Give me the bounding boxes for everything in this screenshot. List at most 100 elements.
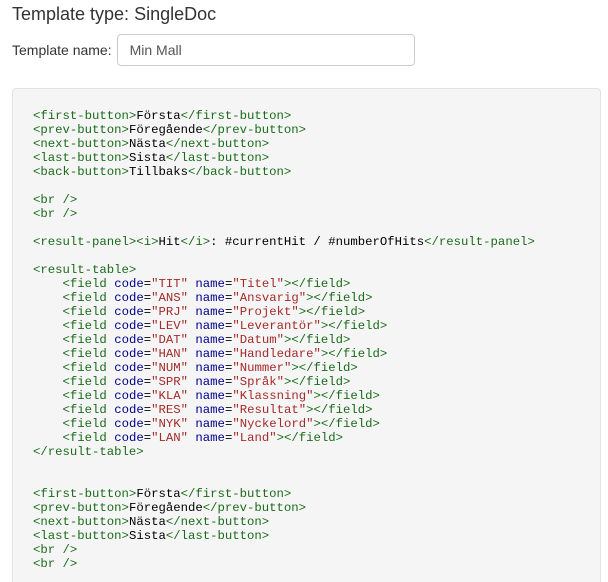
code-token: "Resultat" xyxy=(232,403,307,417)
code-token: ></field> xyxy=(291,361,358,375)
code-token: Sista xyxy=(128,151,166,165)
code-line: <first-button>Första</first-button> xyxy=(33,487,535,501)
code-line: <next-button>Nästa</next-button> xyxy=(33,137,535,151)
code-token: <br /> xyxy=(33,557,78,571)
code-token: <field xyxy=(62,277,115,291)
code-token: name xyxy=(195,389,225,403)
code-token: <field xyxy=(62,375,115,389)
code-token: Tillbaks xyxy=(128,165,188,179)
code-token: "Land" xyxy=(232,431,277,445)
code-token: "Nyckelord" xyxy=(232,417,314,431)
code-token: <field xyxy=(62,291,115,305)
code-line: <next-button>Nästa</next-button> xyxy=(33,515,535,529)
code-token: = xyxy=(143,319,152,333)
code-token: Föregående xyxy=(128,123,203,137)
code-line: <field code="DAT" name="Datum"></field> xyxy=(33,333,535,347)
code-token: ></field> xyxy=(283,333,351,347)
code-token: "Ansvarig" xyxy=(232,291,307,305)
code-line: <field code="NYK" name="Nyckelord"></fie… xyxy=(33,417,535,431)
code-line: <result-panel><i>Hit</i>: #currentHit / … xyxy=(33,235,535,249)
code-token: "PRJ" xyxy=(151,305,189,319)
code-token: Nästa xyxy=(128,515,166,529)
code-token: code xyxy=(114,431,144,445)
code-token: "Klassning" xyxy=(232,389,314,403)
code-token: </last-button> xyxy=(165,151,270,165)
code-token: "Projekt" xyxy=(232,305,299,319)
code-token: <br /> xyxy=(33,543,78,557)
code-token: <br /> xyxy=(33,207,78,221)
template-name-label: Template name: xyxy=(12,42,112,58)
code-line: <first-button>Första</first-button> xyxy=(33,109,535,123)
code-token: "DAT" xyxy=(151,333,189,347)
code-token: ></field> xyxy=(320,319,388,333)
code-token: = xyxy=(143,291,152,305)
code-token: </back-button> xyxy=(187,165,292,179)
code-token: </next-button> xyxy=(165,137,270,151)
template-name-input[interactable] xyxy=(116,34,415,66)
code-token: Första xyxy=(136,109,181,123)
code-token: name xyxy=(195,347,225,361)
code-token: "Handledare" xyxy=(232,347,321,361)
code-token: ></field> xyxy=(320,347,388,361)
code-token: name xyxy=(195,431,225,445)
code-token: <field xyxy=(62,319,115,333)
code-token: "KLA" xyxy=(151,389,189,403)
code-token: name xyxy=(195,291,225,305)
code-token: <field xyxy=(62,417,115,431)
code-line: <field code="NUM" name="Nummer"></field> xyxy=(33,361,535,375)
code-line: <field code="ANS" name="Ansvarig"></fiel… xyxy=(33,291,535,305)
code-token: code xyxy=(114,375,144,389)
code-token: code xyxy=(114,417,144,431)
code-token: Nästa xyxy=(128,137,166,151)
template-code[interactable]: <first-button>Första</first-button> <prev… xyxy=(33,109,535,571)
code-token: "NUM" xyxy=(151,361,189,375)
code-token: </i> xyxy=(180,235,211,249)
code-token: "TIT" xyxy=(151,277,189,291)
code-token: name xyxy=(195,361,225,375)
template-name-row: Template name: xyxy=(12,33,415,67)
code-token: "NYK" xyxy=(151,417,189,431)
code-token: name xyxy=(195,403,225,417)
code-line: <field code="TIT" name="Titel"></field> xyxy=(33,277,535,291)
code-token: = xyxy=(143,431,152,445)
code-token: <last-button> xyxy=(33,529,129,543)
code-token: = xyxy=(143,375,152,389)
code-token: "Leverantör" xyxy=(232,319,321,333)
code-token: "HAN" xyxy=(151,347,189,361)
code-token: <first-button> xyxy=(33,109,137,123)
code-line: <br /> xyxy=(33,557,535,571)
code-token: code xyxy=(114,389,144,403)
code-line: <prev-button>Föregående</prev-button> xyxy=(33,501,535,515)
code-token: <prev-button> xyxy=(33,123,129,137)
code-line: <field code="KLA" name="Klassning"></fie… xyxy=(33,389,535,403)
code-token: <field xyxy=(62,305,115,319)
code-token: = xyxy=(143,333,152,347)
code-token: "Datum" xyxy=(232,333,284,347)
code-token: code xyxy=(114,333,144,347)
code-token: name xyxy=(195,305,225,319)
code-token: code xyxy=(114,277,144,291)
code-token: "Titel" xyxy=(232,277,284,291)
code-line: <field code="PRJ" name="Projekt"></field… xyxy=(33,305,535,319)
code-line: <field code="RES" name="Resultat"></fiel… xyxy=(33,403,535,417)
code-token: code xyxy=(114,361,144,375)
code-token: name xyxy=(195,277,225,291)
code-line: <br /> xyxy=(33,207,535,221)
code-token: code xyxy=(114,319,144,333)
code-token: "SPR" xyxy=(151,375,189,389)
code-token: ></field> xyxy=(283,375,351,389)
code-token: "Nummer" xyxy=(232,361,292,375)
code-token: = xyxy=(143,389,152,403)
code-token: ></field> xyxy=(313,389,380,403)
template-code-editor[interactable]: <first-button>Första</first-button> <prev… xyxy=(12,88,601,582)
code-line: <field code="LAN" name="Land"></field> xyxy=(33,431,535,445)
code-token: "RES" xyxy=(151,403,189,417)
